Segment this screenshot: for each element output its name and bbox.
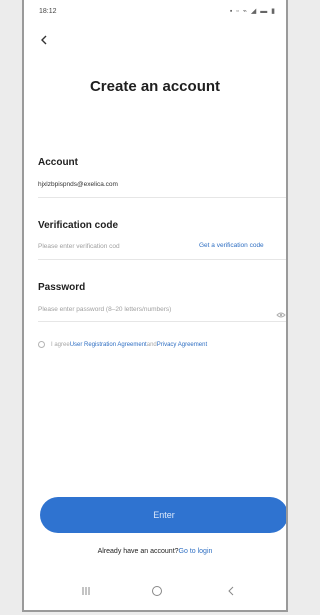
account-label: Account bbox=[38, 157, 78, 168]
eye-icon[interactable] bbox=[276, 306, 286, 318]
password-label: Password bbox=[38, 282, 86, 293]
nav-back-icon[interactable] bbox=[224, 584, 238, 598]
agreement-prefix: I agree bbox=[51, 341, 70, 348]
status-bar: 18:12 ▪ ▫ ⌁ ◢ ▬ ▮ bbox=[24, 0, 286, 24]
account-divider bbox=[38, 197, 286, 198]
home-icon[interactable] bbox=[150, 584, 164, 598]
verification-label: Verification code bbox=[38, 220, 119, 231]
user-registration-agreement-link[interactable]: User Registration Agreement bbox=[70, 342, 147, 348]
enter-button[interactable]: Enter bbox=[40, 497, 286, 533]
back-arrow-icon[interactable] bbox=[37, 33, 51, 47]
status-icons: ▪ ▫ ⌁ ◢ ▬ ▮ bbox=[229, 8, 276, 15]
password-divider bbox=[38, 321, 286, 322]
go-to-login-link[interactable]: Go to login bbox=[179, 548, 213, 555]
login-line: Already have an account?Go to login bbox=[24, 548, 286, 555]
privacy-agreement-link[interactable]: Privacy Agreement bbox=[157, 342, 207, 348]
page-title: Create an account bbox=[89, 78, 221, 95]
phone-screen: 18:12 ▪ ▫ ⌁ ◢ ▬ ▮ Create an account Acco… bbox=[22, 0, 288, 612]
password-input[interactable]: Please enter password (8–20 letters/numb… bbox=[38, 306, 171, 313]
agreement-row: I agree User Registration Agreement and … bbox=[38, 341, 207, 348]
system-nav-bar bbox=[24, 578, 286, 604]
get-verification-code-button[interactable]: Get a verification code bbox=[199, 242, 264, 249]
status-time: 18:12 bbox=[39, 8, 57, 15]
verification-input[interactable]: Please enter verification cod bbox=[38, 243, 120, 250]
login-question: Already have an account? bbox=[97, 548, 179, 555]
agreement-and: and bbox=[146, 341, 157, 348]
account-input[interactable]: hjxlzbpispnds@exelica.com bbox=[38, 181, 118, 188]
agreement-checkbox[interactable] bbox=[38, 341, 45, 348]
verification-divider bbox=[38, 259, 286, 260]
recent-apps-icon[interactable] bbox=[79, 584, 93, 598]
